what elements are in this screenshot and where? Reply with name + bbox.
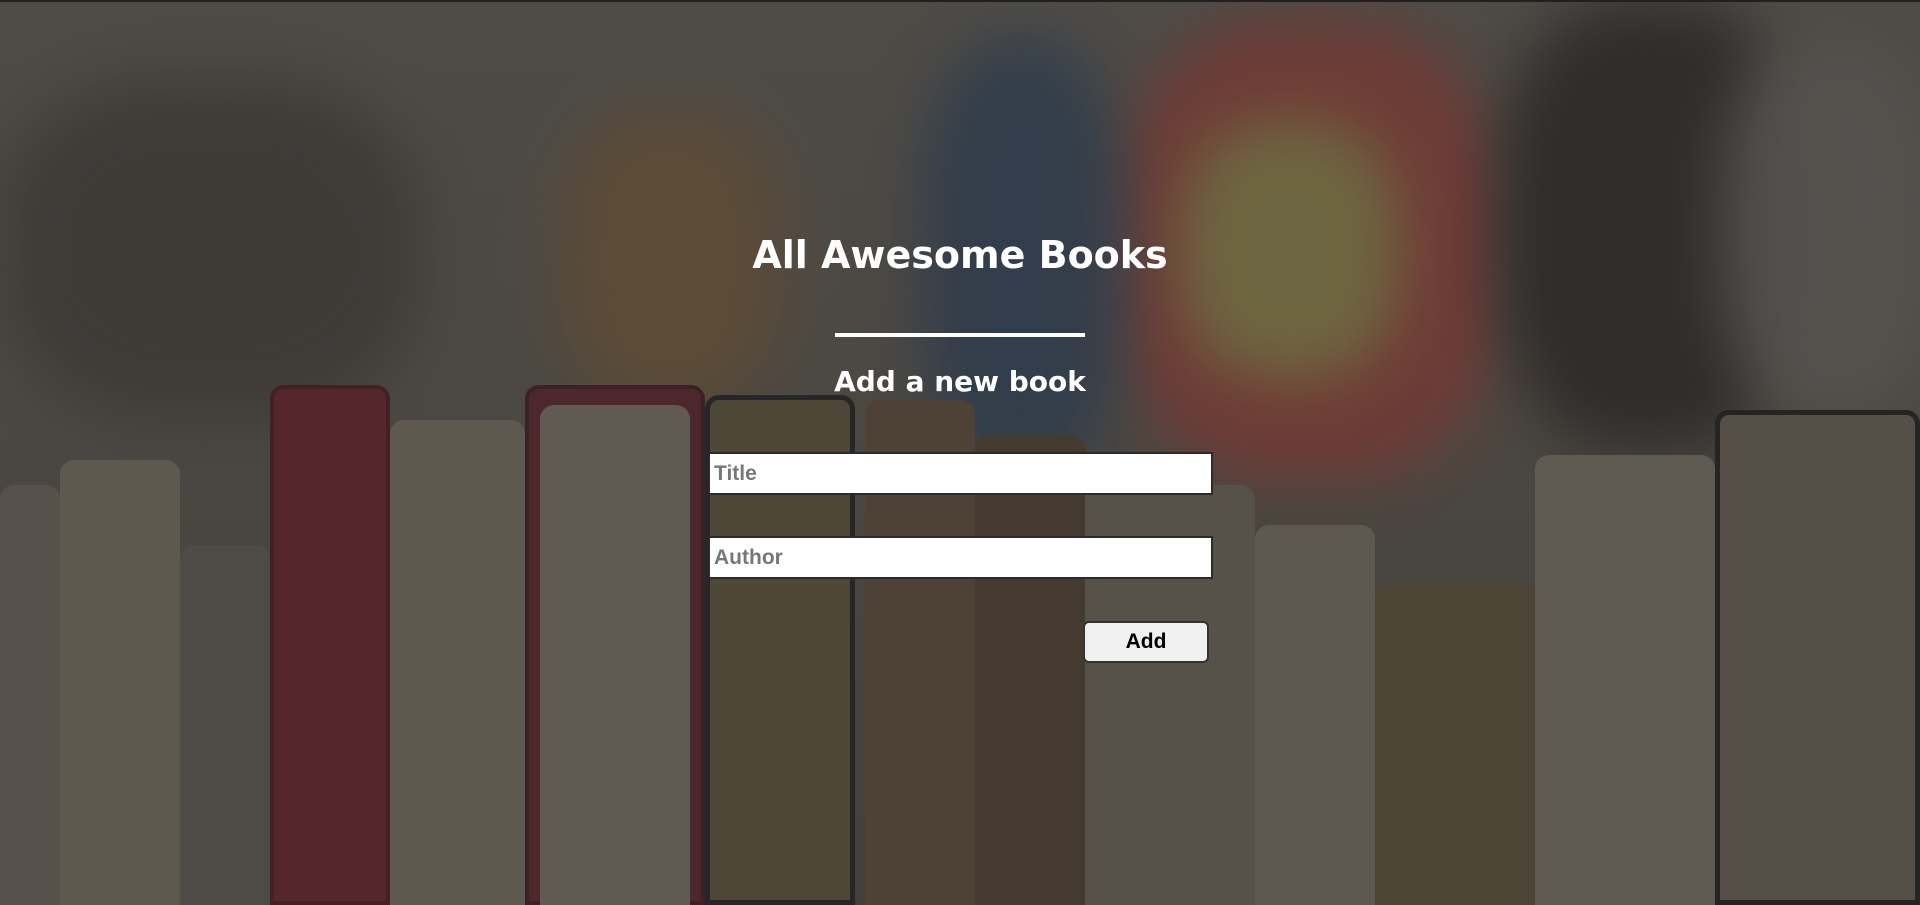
page-title: All Awesome Books	[752, 233, 1168, 277]
author-input[interactable]	[708, 536, 1213, 579]
title-input[interactable]	[708, 452, 1213, 495]
main-content: All Awesome Books Add a new book Add	[0, 0, 1920, 905]
add-button[interactable]: Add	[1083, 621, 1209, 663]
page: All Awesome Books Add a new book Add	[0, 0, 1920, 905]
title-divider	[835, 333, 1085, 337]
form-heading: Add a new book	[834, 365, 1086, 398]
